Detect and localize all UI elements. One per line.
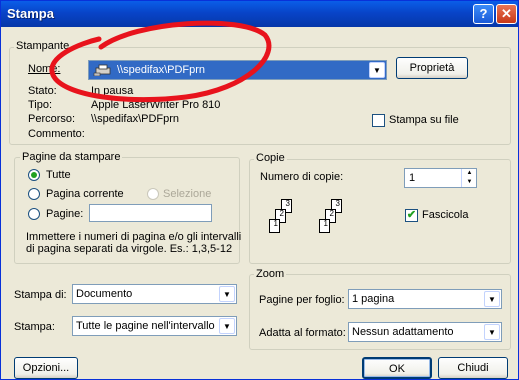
pages-input[interactable]	[89, 204, 212, 222]
scale-select[interactable]: Nessun adattamento ▼	[348, 322, 502, 342]
path-label: Percorso:	[28, 113, 76, 125]
comment-label: Commento:	[28, 128, 85, 140]
all-pages-radio[interactable]	[28, 169, 40, 181]
pages-per-sheet-label: Pagine per foglio:	[259, 294, 345, 306]
print-to-file-checkbox[interactable]	[372, 114, 385, 127]
print-option-value: Tutte le pagine nell'intervallo	[76, 320, 215, 332]
current-page-radio[interactable]	[28, 188, 40, 200]
chevron-down-icon[interactable]: ▼	[484, 324, 500, 340]
collate-checkbox[interactable]: ✔	[405, 209, 418, 222]
ok-button[interactable]: OK	[362, 357, 432, 379]
print-dialog: Stampa ? ✕ Stampante Nome: \\spedifax\PD…	[0, 0, 519, 380]
chevron-down-icon[interactable]: ▼	[219, 318, 235, 334]
copies-count-label: Numero di copie:	[260, 171, 344, 183]
page-range-group-label: Pagine da stampare	[20, 151, 123, 163]
pages-radio[interactable]	[28, 208, 40, 220]
collate-page: 1	[269, 219, 280, 233]
collate-page: 1	[319, 219, 330, 233]
print-what-label: Stampa di:	[14, 289, 67, 301]
current-page-label[interactable]: Pagina corrente	[46, 188, 124, 200]
chevron-down-icon[interactable]: ▼	[484, 291, 500, 307]
collate-stack-2: 3 2 1	[313, 197, 345, 237]
annotation-ellipse	[49, 20, 272, 103]
pages-per-sheet-value: 1 pagina	[352, 293, 395, 305]
copies-group-label: Copie	[254, 152, 287, 164]
chevron-down-icon[interactable]: ▼	[369, 62, 385, 78]
spin-up-icon[interactable]: ▲	[461, 169, 477, 178]
close-icon[interactable]: ✕	[496, 4, 517, 24]
path-value: \\spedifax\PDFprn	[91, 113, 180, 125]
collate-stack-1: 3 2 1	[263, 197, 295, 237]
scale-label: Adatta al formato:	[259, 327, 346, 339]
properties-button[interactable]: Proprietà	[396, 57, 468, 79]
selection-radio	[147, 188, 159, 200]
pages-per-sheet-select[interactable]: 1 pagina ▼	[348, 289, 502, 309]
scale-value: Nessun adattamento	[352, 326, 454, 338]
help-icon[interactable]: ?	[473, 4, 494, 24]
print-option-label: Stampa:	[14, 321, 55, 333]
options-button[interactable]: Opzioni...	[14, 357, 78, 379]
print-option-select[interactable]: Tutte le pagine nell'intervallo ▼	[72, 316, 237, 336]
print-what-select[interactable]: Documento ▼	[72, 284, 237, 304]
chevron-down-icon[interactable]: ▼	[219, 286, 235, 302]
pages-label[interactable]: Pagine:	[46, 208, 83, 220]
print-what-value: Documento	[76, 288, 133, 300]
page-range-hint-line1: Immettere i numeri di pagina e/o gli int…	[26, 231, 242, 243]
copies-spinner[interactable]: 1 ▲ ▼	[404, 168, 477, 188]
all-pages-label[interactable]: Tutte	[46, 169, 71, 181]
zoom-group-label: Zoom	[254, 268, 287, 280]
cancel-button[interactable]: Chiudi	[438, 357, 508, 379]
spin-down-icon[interactable]: ▼	[461, 178, 477, 187]
page-range-hint-line2: di pagina separati da virgole. Es.: 1,3,…	[26, 243, 233, 255]
copies-count-value: 1	[409, 172, 416, 184]
print-to-file-label[interactable]: Stampa su file	[389, 114, 459, 126]
collate-label[interactable]: Fascicola	[422, 209, 468, 221]
selection-label: Selezione	[163, 188, 212, 200]
